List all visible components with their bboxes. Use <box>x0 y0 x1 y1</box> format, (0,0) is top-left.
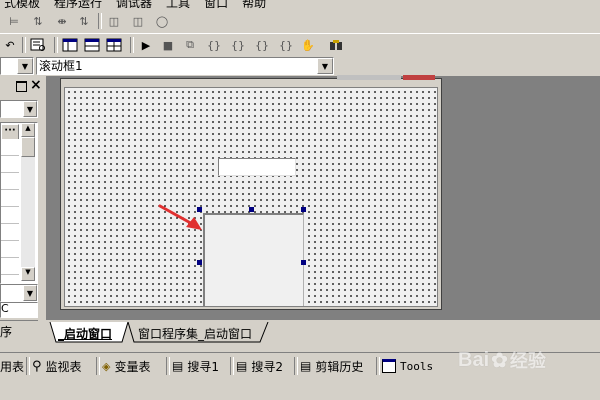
menu-item-tools[interactable]: 工具 <box>166 0 190 8</box>
watermark-brand-cn: 经验 <box>509 351 546 371</box>
panel-tab-program[interactable]: 序 <box>0 320 38 341</box>
layout-view-2-icon[interactable] <box>82 36 102 54</box>
form-titlebar-remnant <box>337 75 401 80</box>
bottom-tab-watch-label: 监视表 <box>45 359 82 374</box>
hand-icon[interactable]: ✋ <box>298 36 318 54</box>
editor-tab-bar: _启动窗口 窗口程序集_启动窗口 <box>46 322 600 344</box>
menu-item-help[interactable]: 帮助 <box>242 0 266 8</box>
selection-handle[interactable] <box>301 207 306 212</box>
panel-bottom-label: C <box>1 302 9 315</box>
bottom-tab-tools-label: Tools <box>400 359 434 373</box>
bottom-tab-search2-label: 搜寻2 <box>251 359 283 374</box>
property-grid-scrollbar[interactable]: ▲ ▼ <box>21 123 35 281</box>
bottom-tab-search1[interactable]: ▤ 搜寻1 <box>172 356 219 376</box>
menu-item-template[interactable]: 式模板 <box>4 0 40 8</box>
form-surface[interactable] <box>64 87 438 307</box>
align-top-icon[interactable]: ⊨ <box>4 12 24 30</box>
selection-handle[interactable] <box>301 260 306 265</box>
variable-icon: ◈ <box>102 359 111 373</box>
tab-window-program-set[interactable]: 窗口程序集_启动窗口 <box>138 325 252 342</box>
scroll-thumb[interactable] <box>21 137 35 157</box>
clipboard-icon: ▤ <box>300 359 312 373</box>
bottom-tab-watch[interactable]: ⚲ 监视表 <box>32 356 82 376</box>
align-width-icon[interactable]: ⇼ <box>52 12 72 30</box>
chevron-down-icon[interactable]: ▼ <box>23 101 37 117</box>
bottom-tab-clip-history-label: 剪辑历史 <box>315 359 364 374</box>
event-selector[interactable]: ▼ <box>0 284 38 302</box>
space-horizontal-icon[interactable]: ◫ <box>104 12 124 30</box>
magnifier-icon: ⚲ <box>32 358 42 374</box>
step-over-icon[interactable]: {} <box>204 36 224 54</box>
bottom-tab-tools[interactable]: Tools <box>382 356 433 376</box>
watermark: Bai ✿ 经验 <box>458 344 546 376</box>
bottom-tab-variables[interactable]: ◈ 变量表 <box>102 356 150 376</box>
layout-view-1-icon[interactable] <box>60 36 80 54</box>
bottom-tab-variables-label: 变量表 <box>114 359 151 374</box>
search-list-icon: ▤ <box>236 359 248 373</box>
bottom-tab-search1-label: 搜寻1 <box>187 359 219 374</box>
chevron-down-icon[interactable]: ▼ <box>317 58 333 74</box>
standard-toolbar: ↶ ▶ ■ ⧉ {} {} {} {} ✋ <box>0 33 600 56</box>
align-middle-icon[interactable]: ⇅ <box>28 12 48 30</box>
chevron-down-icon[interactable]: ▼ <box>23 285 37 301</box>
run-to-cursor-icon[interactable]: {} <box>252 36 272 54</box>
control-selector-value: 滚动框1 <box>39 59 83 73</box>
search-list-icon: ▤ <box>172 359 184 373</box>
panel-close-icon[interactable]: × <box>30 77 42 93</box>
scroll-down-icon[interactable]: ▼ <box>21 267 35 281</box>
step-out-icon[interactable]: {} <box>228 36 248 54</box>
find-icon[interactable] <box>326 36 346 54</box>
align-height-icon[interactable]: ⇅ <box>74 12 94 30</box>
window-icon <box>382 359 396 373</box>
textbox-control[interactable] <box>218 158 296 176</box>
bottom-tab-clip-history[interactable]: ▤ 剪辑历史 <box>300 356 363 376</box>
chevron-down-icon[interactable]: ▼ <box>17 58 33 74</box>
control-selector-dropdown[interactable]: 滚动框1 ▼ <box>36 57 334 75</box>
layout-view-3-icon[interactable] <box>104 36 124 54</box>
alignment-toolbar: ⊨ ⇅ ⇼ ⇅ ◫ ◫ ◯ <box>0 9 600 33</box>
menu-bar: 式模板 程序运行 调试器 工具 窗口 帮助 <box>0 0 600 8</box>
panel-maximize-icon[interactable] <box>16 81 27 92</box>
menu-item-debugger[interactable]: 调试器 <box>116 0 152 8</box>
breakpoint-icon[interactable]: {} <box>276 36 296 54</box>
menu-item-window[interactable]: 窗口 <box>204 0 228 8</box>
object-selector[interactable]: ▼ <box>0 100 38 118</box>
tab-startup-window[interactable]: _启动窗口 <box>58 325 112 342</box>
left-dropdown[interactable]: ▼ <box>0 57 34 75</box>
bottom-tab-tables-label: 用表 <box>0 359 25 374</box>
form-window <box>60 75 442 310</box>
bottom-tab-tables[interactable]: 用表 <box>0 356 24 376</box>
scroll-up-icon[interactable]: ▲ <box>21 123 35 137</box>
selection-handle[interactable] <box>249 207 254 212</box>
menu-item-run[interactable]: 程序运行 <box>54 0 102 8</box>
scrollbox-control[interactable] <box>203 213 304 306</box>
panel-header: × <box>0 77 42 96</box>
properties-panel: × ▼ ··· ▲ ▼ ▼ C 序 <box>0 77 42 341</box>
paw-icon: ✿ <box>491 349 508 372</box>
undo-icon[interactable]: ↶ <box>0 36 20 54</box>
property-grid-lines <box>1 139 19 283</box>
property-grid[interactable]: ··· ▲ ▼ <box>0 122 38 284</box>
panel-tab-program-label: 序 <box>0 325 13 339</box>
step-into-icon[interactable]: ⧉ <box>180 36 200 54</box>
form-close-button-remnant[interactable] <box>403 75 435 80</box>
arrow-annotation-icon <box>158 204 202 230</box>
watermark-brand: Bai <box>458 348 490 371</box>
center-form-icon[interactable]: ◯ <box>152 12 172 30</box>
selection-handle[interactable] <box>197 260 202 265</box>
space-vertical-icon[interactable]: ◫ <box>128 12 148 30</box>
preview-icon[interactable] <box>28 36 48 54</box>
ellipsis-button[interactable]: ··· <box>1 124 19 140</box>
run-icon[interactable]: ▶ <box>136 36 156 54</box>
stop-icon[interactable]: ■ <box>158 36 178 54</box>
panel-bottom-field: C <box>0 302 38 318</box>
bottom-tab-search2[interactable]: ▤ 搜寻2 <box>236 356 283 376</box>
